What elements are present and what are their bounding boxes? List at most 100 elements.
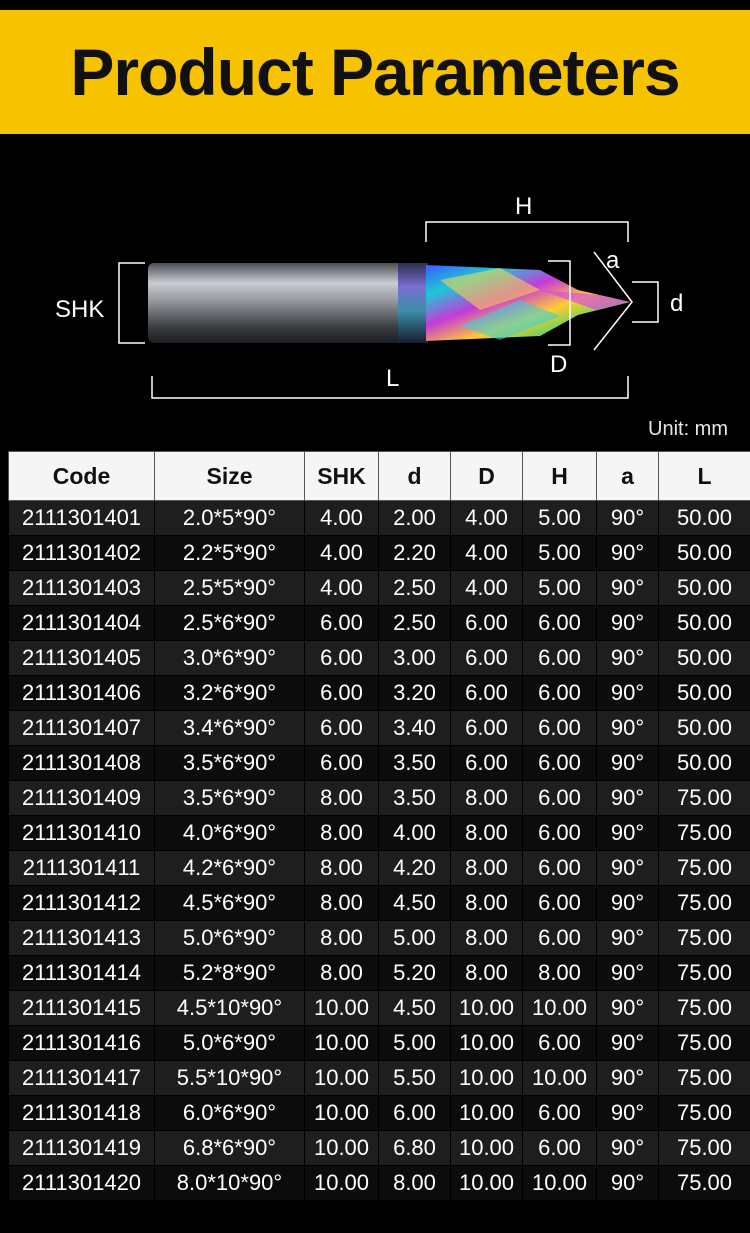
table-cell: 90° bbox=[596, 850, 659, 886]
table-cell: 2.50 bbox=[378, 570, 451, 606]
table-row: 2111301405 3.0*6*90° 6.00 3.00 6.00 6.00 90° 50… bbox=[8, 640, 750, 676]
table-cell: 75.00 bbox=[658, 850, 750, 886]
table-cell: 4.5*6*90° bbox=[154, 885, 305, 921]
label-shk: SHK bbox=[55, 296, 104, 323]
table-cell: 6.00 bbox=[304, 745, 379, 781]
table-cell: 2111301420 bbox=[8, 1165, 155, 1201]
label-d: d bbox=[670, 290, 683, 317]
table-cell: 2111301409 bbox=[8, 780, 155, 816]
table-cell: 90° bbox=[596, 780, 659, 816]
table-cell: 6.00 bbox=[522, 675, 597, 711]
table-cell: 5.00 bbox=[378, 1025, 451, 1061]
table-cell: 10.00 bbox=[304, 1060, 379, 1096]
table-cell: 90° bbox=[596, 955, 659, 991]
table-cell: 6.00 bbox=[450, 745, 523, 781]
table-row: 2111301402 2.2*5*90° 4.00 2.20 4.00 5.00 90° 50… bbox=[8, 535, 750, 571]
table-cell: 90° bbox=[596, 1165, 659, 1201]
table-cell: 2111301407 bbox=[8, 710, 155, 746]
table-cell: 5.00 bbox=[522, 500, 597, 536]
table-cell: 8.00 bbox=[304, 920, 379, 956]
table-cell: 5.0*6*90° bbox=[154, 920, 305, 956]
table-cell: 2.2*5*90° bbox=[154, 535, 305, 571]
table-cell: 2111301413 bbox=[8, 920, 155, 956]
table-cell: 6.00 bbox=[450, 640, 523, 676]
table-cell: 8.00 bbox=[450, 955, 523, 991]
column-header: L bbox=[658, 451, 750, 501]
label-D: D bbox=[550, 351, 567, 378]
table-cell: 75.00 bbox=[658, 1025, 750, 1061]
table-cell: 2111301401 bbox=[8, 500, 155, 536]
table-cell: 2111301418 bbox=[8, 1095, 155, 1131]
table-cell: 6.00 bbox=[522, 640, 597, 676]
label-h: H bbox=[515, 193, 532, 220]
table-cell: 2111301415 bbox=[8, 990, 155, 1026]
table-cell: 10.00 bbox=[304, 1130, 379, 1166]
table-cell: 4.50 bbox=[378, 885, 451, 921]
table-row: 2111301416 5.0*6*90° 10.00 5.00 10.00 6.00 90°… bbox=[8, 1025, 750, 1061]
table-cell: 2111301414 bbox=[8, 955, 155, 991]
table-cell: 50.00 bbox=[658, 535, 750, 571]
parameters-table: Code Size SHK d D Ha L 2111301401 2.0*5*90° 4.00… bbox=[8, 451, 750, 1201]
table-cell: 4.20 bbox=[378, 850, 451, 886]
table-cell: 10.00 bbox=[450, 1095, 523, 1131]
table-cell: 4.00 bbox=[450, 570, 523, 606]
table-cell: 75.00 bbox=[658, 920, 750, 956]
page-title: Product Parameters bbox=[70, 35, 680, 109]
table-cell: 3.2*6*90° bbox=[154, 675, 305, 711]
table-cell: 4.5*10*90° bbox=[154, 990, 305, 1026]
table-cell: 6.00 bbox=[522, 850, 597, 886]
table-cell: 6.8*6*90° bbox=[154, 1130, 305, 1166]
column-header: SHK bbox=[304, 451, 379, 501]
table-cell: 3.5*6*90° bbox=[154, 745, 305, 781]
table-cell: 6.00 bbox=[522, 885, 597, 921]
table-cell: 90° bbox=[596, 1130, 659, 1166]
unit-label: Unit: mm bbox=[648, 418, 728, 440]
table-cell: 2.5*5*90° bbox=[154, 570, 305, 606]
table-cell: 10.00 bbox=[450, 1130, 523, 1166]
table-cell: 4.00 bbox=[450, 535, 523, 571]
table-cell: 6.00 bbox=[450, 710, 523, 746]
table-row: 2111301418 6.0*6*90° 10.00 6.00 10.00 6.00 90°… bbox=[8, 1095, 750, 1131]
column-header: Size bbox=[154, 451, 305, 501]
table-cell: 10.00 bbox=[522, 990, 597, 1026]
table-cell: 6.00 bbox=[304, 640, 379, 676]
table-body: 2111301401 2.0*5*90° 4.00 2.00 4.00 5.00 90° 50… bbox=[8, 500, 750, 1201]
table-cell: 4.2*6*90° bbox=[154, 850, 305, 886]
table-row: 2111301413 5.0*6*90° 8.00 5.00 8.00 6.00 90° 75… bbox=[8, 920, 750, 956]
table-cell: 90° bbox=[596, 745, 659, 781]
table-cell: 2111301412 bbox=[8, 885, 155, 921]
table-cell: 8.00 bbox=[450, 920, 523, 956]
table-cell: 10.00 bbox=[304, 1095, 379, 1131]
table-cell: 6.00 bbox=[522, 920, 597, 956]
table-cell: 6.00 bbox=[304, 675, 379, 711]
table-cell: 8.00 bbox=[304, 780, 379, 816]
table-cell: 50.00 bbox=[658, 605, 750, 641]
table-cell: 90° bbox=[596, 990, 659, 1026]
table-cell: 2111301406 bbox=[8, 675, 155, 711]
table-cell: 4.00 bbox=[304, 500, 379, 536]
table-cell: 3.5*6*90° bbox=[154, 780, 305, 816]
table-cell: 5.2*8*90° bbox=[154, 955, 305, 991]
table-cell: 90° bbox=[596, 885, 659, 921]
table-cell: 3.4*6*90° bbox=[154, 710, 305, 746]
table-cell: 6.00 bbox=[522, 745, 597, 781]
table-cell: 90° bbox=[596, 500, 659, 536]
table-cell: 90° bbox=[596, 570, 659, 606]
table-cell: 10.00 bbox=[450, 1060, 523, 1096]
table-cell: 10.00 bbox=[522, 1060, 597, 1096]
table-cell: 3.20 bbox=[378, 675, 451, 711]
table-cell: 2111301405 bbox=[8, 640, 155, 676]
table-row: 2111301414 5.2*8*90° 8.00 5.20 8.00 8.00 90° 75… bbox=[8, 955, 750, 991]
table-cell: 8.0*10*90° bbox=[154, 1165, 305, 1201]
table-cell: 2.5*6*90° bbox=[154, 605, 305, 641]
table-cell: 90° bbox=[596, 920, 659, 956]
table-cell: 6.00 bbox=[522, 815, 597, 851]
table-cell: 75.00 bbox=[658, 1095, 750, 1131]
table-cell: 2111301416 bbox=[8, 1025, 155, 1061]
table-row: 2111301404 2.5*6*90° 6.00 2.50 6.00 6.00 90° 50… bbox=[8, 605, 750, 641]
table-cell: 6.00 bbox=[522, 1095, 597, 1131]
table-cell: 8.00 bbox=[450, 885, 523, 921]
table-cell: 4.0*6*90° bbox=[154, 815, 305, 851]
d-inner-dimension bbox=[632, 281, 659, 323]
table-cell: 6.00 bbox=[450, 605, 523, 641]
